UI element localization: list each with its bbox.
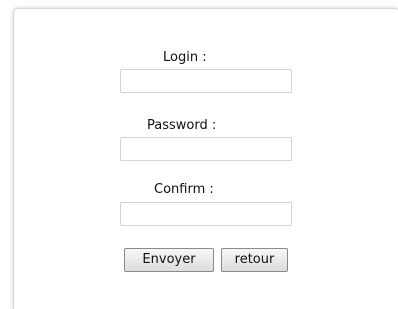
- confirm-label: Confirm :: [154, 182, 214, 197]
- page: Login : Password : Confirm : Envoyer ret…: [0, 0, 398, 309]
- password-input[interactable]: [120, 137, 292, 161]
- submit-button[interactable]: Envoyer: [124, 248, 214, 272]
- password-label: Password :: [147, 118, 217, 133]
- login-label: Login :: [163, 50, 207, 65]
- login-input[interactable]: [120, 69, 292, 93]
- confirm-input[interactable]: [120, 202, 292, 226]
- back-button[interactable]: retour: [221, 248, 288, 272]
